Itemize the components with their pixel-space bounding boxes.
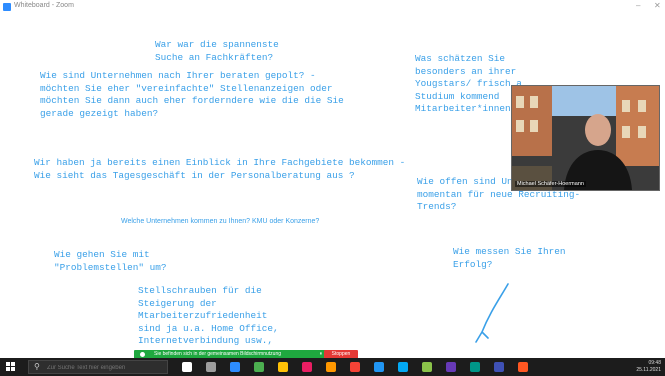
participant-video[interactable]: Michael Schäfer-Hoermann	[511, 85, 660, 191]
note-problemstellen: Wie gehen Sie mit "Problemstellen" um?	[54, 249, 167, 273]
taskbar-search[interactable]: ⚲	[28, 360, 168, 374]
close-button[interactable]: ✕	[654, 1, 661, 10]
taskbar-app-icon[interactable]	[518, 362, 528, 372]
taskbar-app-icon[interactable]	[254, 362, 264, 372]
taskbar-app-icon[interactable]	[302, 362, 312, 372]
note-erfolg: Wie messen Sie Ihren Erfolg?	[453, 246, 566, 270]
taskbar-app-icon[interactable]	[422, 362, 432, 372]
video-frame-image	[512, 86, 659, 190]
taskbar-app-icon[interactable]	[278, 362, 288, 372]
pen-stroke-arrow	[475, 283, 509, 343]
tray-date: 25.11.2021	[636, 367, 661, 373]
taskbar-search-input[interactable]	[45, 362, 167, 374]
note-tagesgeschaeft: Wir haben ja bereits einen Einblick in I…	[34, 157, 406, 181]
taskbar-app-icon[interactable]	[470, 362, 480, 372]
taskbar-app-icon[interactable]	[206, 362, 216, 372]
windows-taskbar: ⚲ 09:48 25.11.2021	[0, 358, 665, 376]
share-status-label: Sie befinden sich in der gemeinsamen Bil…	[154, 351, 282, 357]
tray-time: 09:48	[648, 360, 661, 366]
taskbar-app-icon[interactable]	[446, 362, 456, 372]
start-button[interactable]	[6, 362, 16, 372]
taskbar-app-icon[interactable]	[182, 362, 192, 372]
minimize-button[interactable]: –	[636, 1, 640, 10]
system-tray-clock[interactable]: 09:48 25.11.2021	[636, 360, 661, 374]
note-kmu-konzerne: Welche Unternehmen kommen zu Ihnen? KMU …	[121, 218, 320, 225]
pause-share-button[interactable]: ⏸	[319, 351, 322, 357]
taskbar-app-icon[interactable]	[230, 362, 240, 372]
zoom-app-icon	[3, 3, 11, 11]
share-status-icon	[140, 352, 145, 357]
window-title: Whiteboard - Zoom	[14, 2, 74, 9]
taskbar-app-icon[interactable]	[398, 362, 408, 372]
window-titlebar: Whiteboard - Zoom – ✕	[0, 0, 665, 15]
taskbar-app-icon[interactable]	[326, 362, 336, 372]
taskbar-app-icon[interactable]	[494, 362, 504, 372]
note-was-schaetzen: Was schätzen Sie besonders an ihrer Youg…	[415, 53, 522, 114]
participant-name: Michael Schäfer-Hoermann	[515, 181, 586, 187]
taskbar-app-icon[interactable]	[350, 362, 360, 372]
whiteboard-canvas[interactable]: War war die spannenste Suche an Fachkräf…	[0, 14, 665, 356]
note-spannendste-suche: War war die spannenste Suche an Fachkräf…	[155, 39, 279, 63]
taskbar-app-icon[interactable]	[374, 362, 384, 372]
note-stellschrauben: Stellschrauben für die Steigerung der Mt…	[138, 285, 279, 346]
note-unternehmen-beraten: Wie sind Unternehmen nach Ihrer beraten …	[40, 70, 344, 119]
search-icon: ⚲	[34, 362, 40, 371]
